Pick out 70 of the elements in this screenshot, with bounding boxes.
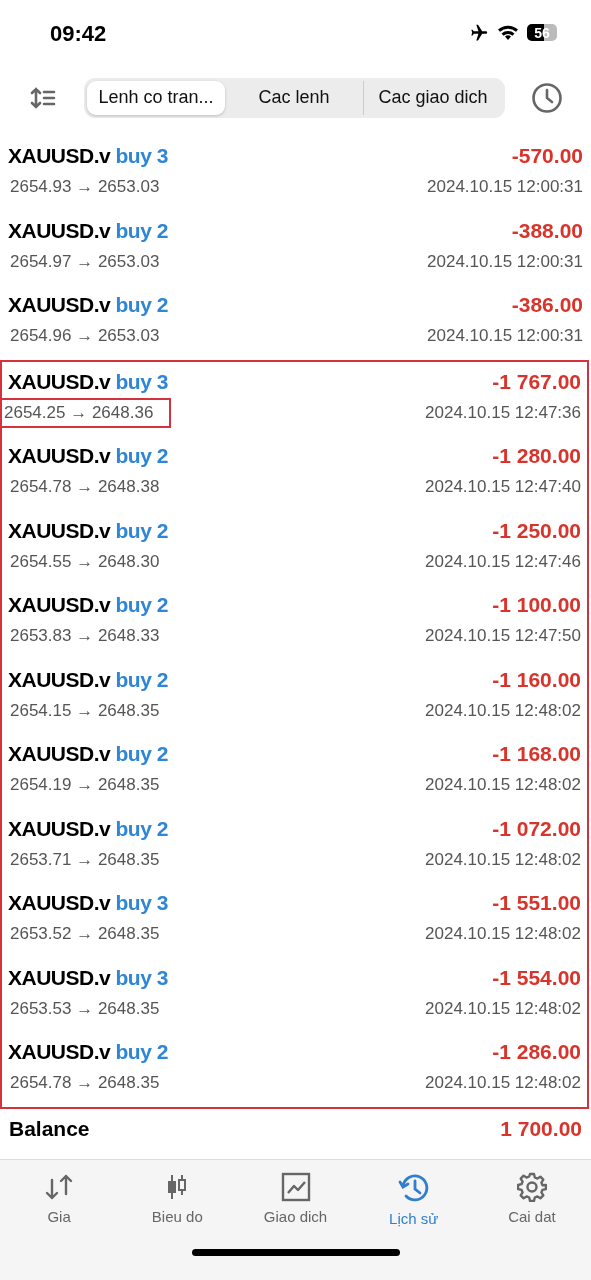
trade-prices: 2654.25 → 2648.36 [0, 397, 172, 428]
nav-tab[interactable]: Gia [0, 1172, 119, 1227]
trade-profit: -1 767.00 [492, 369, 581, 394]
trade-profit: -388.00 [511, 218, 583, 243]
trade-title: XAUUSD.v buy 3 [8, 369, 168, 394]
segment-tab[interactable]: Cac giao dich [363, 80, 502, 115]
trade-title: XAUUSD.v buy 3 [8, 891, 168, 916]
trade-prices: 2653.52 → 2648.35 [9, 923, 161, 946]
trade-profit: -1 551.00 [492, 891, 581, 916]
trade-profit: -1 168.00 [492, 742, 581, 767]
trade-profit: -1 100.00 [492, 593, 581, 618]
trade-time: 2024.10.15 12:48:02 [425, 998, 581, 1019]
trade-prices: 2654.96 → 2653.03 [9, 325, 161, 348]
trade-time: 2024.10.15 12:47:50 [425, 626, 581, 647]
trade-title: XAUUSD.v buy 2 [8, 816, 168, 841]
segment-tab[interactable]: Cac lenh [225, 80, 363, 115]
trade-prices: 2654.78 → 2648.38 [9, 476, 161, 499]
trade-prices: 2653.83 → 2648.33 [9, 625, 161, 648]
trade-title: XAUUSD.v buy 2 [8, 444, 168, 469]
trade-profit: -1 160.00 [492, 667, 581, 692]
trade-title: XAUUSD.v buy 2 [8, 667, 168, 692]
trade-prices: 2654.93 → 2653.03 [9, 176, 161, 199]
trade-time: 2024.10.15 12:48:02 [425, 849, 581, 870]
trade-title: XAUUSD.v buy 3 [8, 965, 168, 990]
balance-label: Balance [9, 1116, 90, 1141]
trade-time: 2024.10.15 12:48:02 [425, 1073, 581, 1094]
nav-tab[interactable]: Bieu do [118, 1172, 237, 1227]
segment-tab[interactable]: Lenh co tran... [87, 80, 225, 115]
nav-tab[interactable]: Cai dat [472, 1172, 591, 1227]
trade-prices: 2654.78 → 2648.35 [9, 1072, 161, 1095]
wifi-icon [497, 24, 519, 41]
trade-time: 2024.10.15 12:47:40 [425, 477, 581, 498]
nav-tab[interactable]: Giao dich [236, 1172, 355, 1227]
clock-icon[interactable] [531, 81, 563, 114]
trade-prices: 2654.97 → 2653.03 [9, 250, 161, 273]
trade-time: 2024.10.15 12:47:36 [425, 402, 581, 423]
trade-time: 2024.10.15 12:48:02 [425, 700, 581, 721]
trade-profit: -1 554.00 [492, 965, 581, 990]
trade-title: XAUUSD.v buy 2 [8, 593, 168, 618]
trade-profit: -1 250.00 [492, 518, 581, 543]
trade-title: XAUUSD.v buy 2 [8, 293, 168, 318]
balance-value: 1 700.00 [500, 1116, 582, 1141]
trade-time: 2024.10.15 12:48:02 [425, 924, 581, 945]
nav-tab[interactable]: Lịch sử [354, 1172, 473, 1227]
trade-profit: -386.00 [511, 293, 583, 318]
trade-title: XAUUSD.v buy 2 [8, 1040, 168, 1065]
trade-time: 2024.10.15 12:00:31 [427, 326, 583, 347]
trade-time: 2024.10.15 12:00:31 [427, 177, 583, 198]
settings-icon [516, 1172, 547, 1202]
line-chart-icon [280, 1172, 311, 1202]
trade-title: XAUUSD.v buy 2 [8, 218, 168, 243]
trade-prices: 2654.55 → 2648.30 [9, 550, 161, 573]
trade-time: 2024.10.15 12:47:46 [425, 551, 581, 572]
trade-title: XAUUSD.v buy 3 [8, 144, 168, 169]
status-time: 09:42 [50, 20, 107, 47]
sort-icon[interactable] [30, 85, 58, 110]
trade-time: 2024.10.15 12:48:02 [425, 775, 581, 796]
trade-prices: 2654.19 → 2648.35 [9, 774, 161, 797]
trade-prices: 2654.15 → 2648.35 [9, 699, 161, 722]
trade-profit: -1 286.00 [492, 1040, 581, 1065]
up-down-arrows-icon [44, 1172, 75, 1202]
trade-profit: -1 280.00 [492, 444, 581, 469]
trade-profit: -570.00 [511, 144, 583, 169]
trade-time: 2024.10.15 12:00:31 [427, 251, 583, 272]
history-icon [397, 1172, 430, 1204]
trade-profit: -1 072.00 [492, 816, 581, 841]
trade-prices: 2653.71 → 2648.35 [9, 848, 161, 871]
trade-prices: 2653.53 → 2648.35 [9, 997, 161, 1020]
trade-title: XAUUSD.v buy 2 [8, 742, 168, 767]
trade-title: XAUUSD.v buy 2 [8, 518, 168, 543]
